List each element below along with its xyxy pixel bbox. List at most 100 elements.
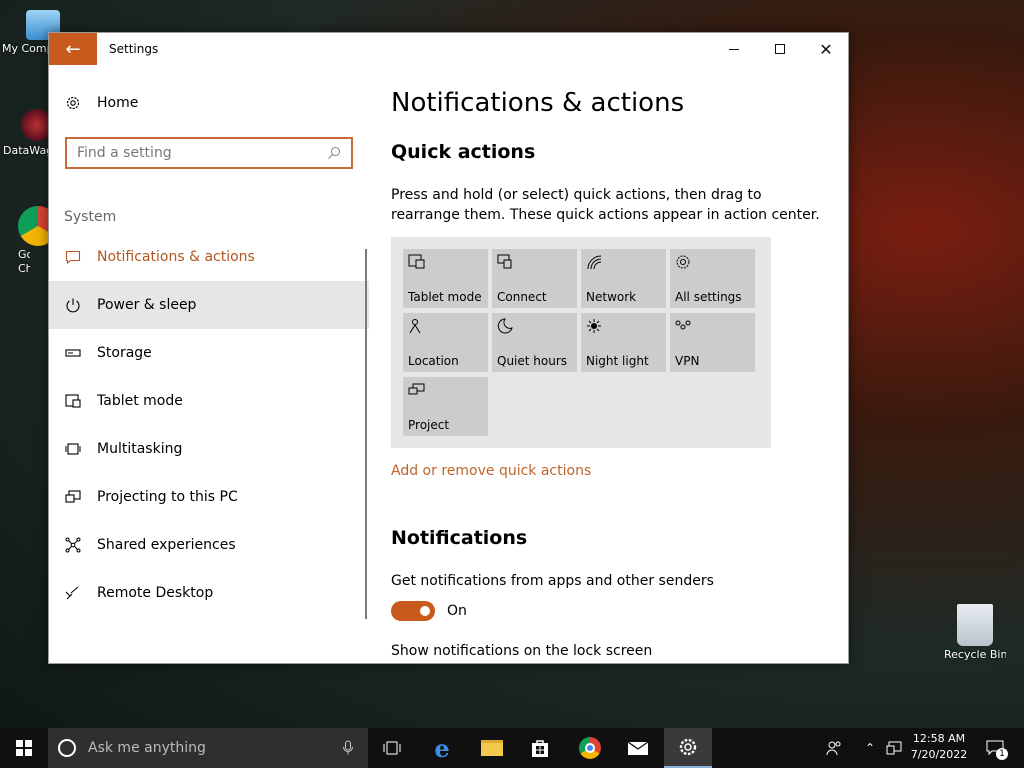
notifications-toggle[interactable] [391, 601, 435, 621]
edge-icon: e [434, 733, 450, 763]
sidebar-item-multitasking[interactable]: Multitasking [49, 425, 369, 473]
action-center-button[interactable]: 1 [980, 728, 1010, 768]
sidebar-nav: Notifications & actions Power & sleep St… [49, 233, 369, 617]
chrome-icon [579, 737, 601, 759]
tile-project[interactable]: Project [403, 377, 488, 436]
lock-screen-label: Show notifications on the lock screen [391, 643, 653, 659]
quick-actions-panel: Tablet mode Connect Network All settings… [391, 237, 771, 448]
sidebar-item-label: Remote Desktop [97, 585, 214, 601]
quick-actions-heading: Quick actions [391, 141, 536, 163]
task-view-button[interactable] [368, 728, 416, 768]
edge-button[interactable]: e [418, 728, 466, 768]
sidebar-item-storage[interactable]: Storage [49, 329, 369, 377]
shared-icon [65, 537, 81, 553]
tile-location[interactable]: Location [403, 313, 488, 372]
tile-quiet-hours[interactable]: Quiet hours [492, 313, 577, 372]
project-icon [408, 383, 425, 395]
tile-label: Quiet hours [497, 354, 568, 368]
chevron-up-icon: ⌃ [864, 741, 876, 755]
sidebar-item-label: Power & sleep [97, 297, 197, 313]
clock-time: 12:58 AM [912, 732, 966, 745]
tile-night-light[interactable]: Night light [581, 313, 666, 372]
tile-all-settings[interactable]: All settings [670, 249, 755, 308]
projecting-icon [65, 489, 81, 505]
sidebar-item-power-sleep[interactable]: Power & sleep [49, 281, 369, 329]
toggle-knob [420, 606, 430, 616]
gear-icon [676, 255, 690, 269]
tile-label: Network [586, 290, 637, 304]
store-icon [532, 740, 548, 757]
network-icon [587, 255, 602, 270]
sidebar-item-label: Shared experiences [97, 537, 236, 553]
get-notifications-label: Get notifications from apps and other se… [391, 573, 714, 589]
desktop-icon-label: Goog Chrom [18, 248, 30, 275]
search-icon [328, 146, 341, 159]
network-tray-button[interactable] [882, 728, 906, 768]
notification-icon [65, 249, 81, 265]
tile-label: Night light [586, 354, 649, 368]
desktop-icon-recycle-bin[interactable]: Recycle Bin [944, 604, 1006, 661]
sidebar-item-remote-desktop[interactable]: Remote Desktop [49, 569, 369, 617]
sidebar-item-label: Tablet mode [97, 393, 183, 409]
sidebar-item-label: Multitasking [97, 441, 183, 457]
storage-icon [65, 345, 81, 361]
tablet-mode-icon [408, 254, 425, 269]
taskbar: Ask me anything e ⌃ 12:58 AM 7/20/2022 1 [0, 728, 1024, 768]
minimize-icon [729, 48, 739, 50]
chrome-center [585, 743, 595, 753]
sidebar: Home Find a setting System Notifications… [49, 33, 369, 633]
start-button[interactable] [0, 728, 48, 768]
show-hidden-icons-button[interactable]: ⌃ [858, 728, 882, 768]
people-button[interactable] [822, 728, 846, 768]
settings-taskbar-button[interactable] [664, 728, 712, 768]
microphone-icon[interactable] [342, 740, 354, 756]
tile-label: VPN [675, 354, 700, 368]
clock[interactable]: 12:58 AM 7/20/2022 [906, 731, 972, 763]
page-title: Notifications & actions [391, 88, 685, 118]
home-link[interactable]: Home [65, 95, 138, 111]
section-label: System [64, 209, 117, 225]
home-label: Home [97, 95, 139, 111]
tablet-icon [65, 393, 81, 409]
tile-label: All settings [675, 290, 742, 304]
people-icon [826, 741, 841, 756]
close-button[interactable]: ✕ [803, 33, 848, 65]
chrome-button[interactable] [566, 728, 614, 768]
connect-icon [497, 254, 512, 269]
sidebar-item-shared-experiences[interactable]: Shared experiences [49, 521, 369, 569]
minimize-button[interactable] [711, 33, 757, 65]
close-icon: ✕ [819, 39, 833, 59]
tile-vpn[interactable]: VPN [670, 313, 755, 372]
maximize-button[interactable] [757, 33, 803, 65]
tile-label: Tablet mode [408, 290, 482, 304]
mail-button[interactable] [614, 728, 662, 768]
gear-icon [679, 738, 697, 756]
tile-tablet-mode[interactable]: Tablet mode [403, 249, 488, 308]
tile-network[interactable]: Network [581, 249, 666, 308]
cortana-placeholder: Ask me anything [88, 740, 206, 756]
file-explorer-button[interactable] [468, 728, 516, 768]
recycle-bin-icon [957, 604, 993, 646]
find-setting-input[interactable]: Find a setting [65, 137, 353, 169]
gear-icon [66, 96, 80, 110]
sidebar-item-tablet-mode[interactable]: Tablet mode [49, 377, 369, 425]
tile-connect[interactable]: Connect [492, 249, 577, 308]
sidebar-item-label: Notifications & actions [97, 249, 255, 265]
cortana-search-box[interactable]: Ask me anything [48, 728, 368, 768]
windows-logo-icon [16, 740, 32, 756]
notifications-heading: Notifications [391, 527, 528, 549]
power-icon [65, 297, 81, 313]
add-remove-quick-actions-link[interactable]: Add or remove quick actions [391, 463, 591, 479]
tile-label: Connect [497, 290, 547, 304]
sidebar-scrollbar[interactable] [365, 249, 367, 619]
notification-badge: 1 [996, 748, 1008, 760]
store-button[interactable] [516, 728, 564, 768]
sidebar-item-notifications[interactable]: Notifications & actions [49, 233, 369, 281]
sidebar-item-projecting[interactable]: Projecting to this PC [49, 473, 369, 521]
vpn-icon [675, 320, 691, 330]
folder-icon [481, 740, 503, 756]
mail-icon [627, 741, 649, 755]
moon-icon [497, 318, 513, 334]
settings-window: ← Settings ✕ Home Find a setting System … [48, 32, 849, 664]
task-view-icon [383, 741, 401, 755]
